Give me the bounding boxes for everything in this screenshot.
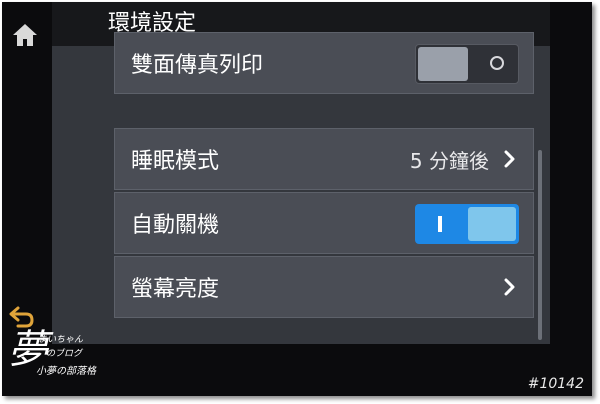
setting-label: 自動關機 <box>131 213 220 238</box>
toggle-on-icon <box>438 216 442 232</box>
watermark-line: 小夢の部落格 <box>36 366 96 377</box>
auto-off-toggle[interactable] <box>415 204 519 244</box>
scrollbar[interactable] <box>538 150 542 340</box>
setting-auto-off[interactable]: 自動關機 <box>114 192 534 254</box>
toggle-knob <box>418 47 468 81</box>
toggle-knob <box>468 207 516 241</box>
photo-id: #10142 <box>527 376 584 392</box>
watermark-line: まいちゃん <box>38 335 84 345</box>
setting-duplex-fax-print[interactable]: 雙面傳真列印 <box>114 32 534 94</box>
setting-sleep-mode[interactable]: 睡眠模式 5 分鐘後 <box>114 128 534 190</box>
setting-label: 雙面傳真列印 <box>131 53 264 78</box>
toggle-off-icon <box>490 56 504 70</box>
watermark-line: のブログ <box>46 349 83 359</box>
setting-value: 5 分鐘後 <box>409 148 489 173</box>
chevron-right-icon <box>503 257 515 317</box>
setting-screen-brightness[interactable]: 螢幕亮度 <box>114 256 534 318</box>
chevron-right-icon <box>503 129 515 189</box>
setting-label: 睡眠模式 <box>131 149 220 174</box>
watermark-logo: 夢 まいちゃん のブログ 小夢の部落格 <box>8 320 112 390</box>
setting-label: 螢幕亮度 <box>131 277 220 302</box>
device-frame: 環境設定 雙面傳真列印 睡眠模式 5 分鐘後 自動關機 螢幕亮度 夢 まいちゃん… <box>2 2 592 396</box>
duplex-fax-toggle[interactable] <box>415 44 519 84</box>
home-icon[interactable] <box>10 20 40 50</box>
settings-screen: 環境設定 雙面傳真列印 睡眠模式 5 分鐘後 自動關機 螢幕亮度 <box>52 2 550 344</box>
